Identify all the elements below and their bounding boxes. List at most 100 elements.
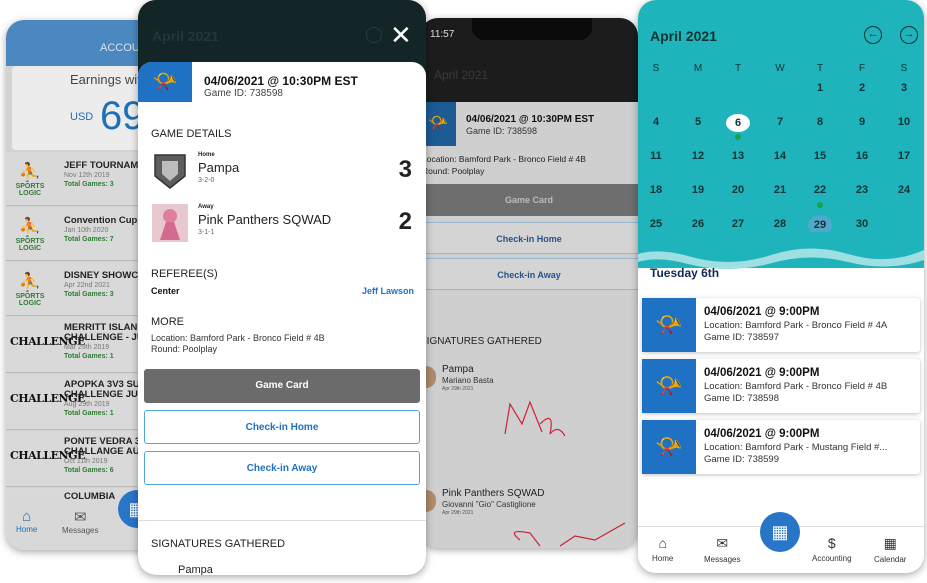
game-card-button[interactable]: Game Card (420, 184, 638, 216)
calendar-day[interactable]: 3 (892, 82, 916, 94)
signature-team: Pink Panthers SQWAD (442, 488, 545, 499)
event-title: 04/06/2021 @ 9:00PM (704, 428, 820, 440)
selected-day-title: Tuesday 6th (650, 266, 720, 280)
calendar-panel: April 2021 ← → S M T W T F S 1 2 3 4 5 6 7 8 9 10 11 12 13 1… (638, 0, 924, 268)
calendar-day[interactable]: 16 (850, 150, 874, 162)
calendar-day[interactable]: 9 (850, 116, 874, 128)
calendar-day[interactable]: 25 (644, 218, 668, 230)
clock: 11:57 (430, 29, 455, 40)
nav-accounting[interactable]: $ Accounting (812, 535, 852, 563)
calendar-day[interactable]: 6 (726, 114, 750, 132)
signatures-title: SIGNATURES GATHERED (151, 538, 286, 550)
tournament-games: Total Games: 1 (64, 410, 114, 417)
weekday-label: F (858, 63, 866, 74)
grid-icon: ▦ (771, 522, 789, 542)
next-month-button[interactable]: → (900, 26, 918, 44)
home-icon: ⌂ (658, 535, 667, 551)
signature-team: Pampa (178, 564, 213, 575)
calendar-day[interactable]: 8 (808, 116, 832, 128)
event-item[interactable]: 📯 04/06/2021 @ 9:00PM Location: Bamford … (642, 420, 920, 474)
calendar-day[interactable]: 10 (892, 116, 916, 128)
tournament-name: DISNEY SHOWCA (64, 270, 146, 281)
referee-name-link[interactable]: Jeff Lawson (362, 286, 414, 296)
calendar-day[interactable]: 21 (768, 184, 792, 196)
checkin-away-button[interactable]: Check-in Away (144, 451, 420, 485)
calendar-day[interactable]: 24 (892, 184, 916, 196)
calendar-day[interactable]: 1 (808, 82, 832, 94)
calendar-day[interactable]: 14 (768, 150, 792, 162)
shield-icon (154, 154, 186, 189)
game-round: Round: Poolplay (151, 344, 218, 354)
signature-team: Pampa (442, 364, 474, 375)
close-icon[interactable]: ✕ (390, 20, 412, 51)
sports-logic-logo: ⛹ SPORTS LOGIC (15, 272, 45, 307)
menu-fab-button[interactable]: ▦ (760, 512, 800, 552)
nav-home[interactable]: ⌂ Home (652, 535, 673, 563)
tournament-date: Mar 29th 2019 (64, 344, 110, 351)
away-team-row: Away Pink Panthers SQWAD 3-1-1 2 (150, 202, 414, 246)
tournament-date: Apr 22nd 2021 (64, 282, 110, 289)
calendar-day[interactable]: 12 (686, 150, 710, 162)
mail-icon: ✉ (73, 509, 87, 526)
divider (138, 520, 426, 521)
event-item[interactable]: 📯 04/06/2021 @ 9:00PM Location: Bamford … (642, 298, 920, 352)
month-title: April 2021 (434, 68, 489, 82)
tournament-games: Total Games: 7 (64, 236, 114, 243)
nav-messages[interactable]: ✉ Messages (704, 535, 740, 564)
calendar-day[interactable]: 4 (644, 116, 668, 128)
tournament-date: Aug 29th 2019 (64, 401, 110, 408)
calendar-day[interactable]: 19 (686, 184, 710, 196)
weekday-label: W (775, 63, 785, 74)
event-item[interactable]: 📯 04/06/2021 @ 9:00PM Location: Bamford … (642, 359, 920, 413)
arrow-left-icon: ← (867, 28, 879, 40)
nav-home[interactable]: ⌂ Home (16, 508, 37, 534)
weekday-label: M (693, 63, 703, 74)
month-title: April 2021 (650, 28, 717, 44)
whistle-icon: 📯 (642, 359, 696, 413)
nav-calendar[interactable]: ▦ Calendar (874, 535, 906, 564)
game-card-button[interactable]: Game Card (144, 369, 420, 403)
month-title: April 2021 (152, 28, 219, 44)
checkin-home-button[interactable]: Check-in Home (144, 410, 420, 444)
calendar-day[interactable]: 7 (768, 116, 792, 128)
signature-date: Apr 29th 2021 (442, 510, 474, 516)
calendar-day[interactable]: 28 (768, 218, 792, 230)
calendar-day[interactable]: 11 (644, 150, 668, 162)
calendar-day[interactable]: 17 (892, 150, 916, 162)
weekday-label: T (816, 63, 824, 74)
tournament-name-line2: CHALLENGE - JU (64, 332, 144, 343)
calendar-day[interactable]: 5 (686, 116, 710, 128)
game-details-card: 📯 04/06/2021 @ 10:30PM EST Game ID: 7385… (138, 62, 426, 575)
calendar-day[interactable]: 22 (808, 184, 832, 196)
signature-drawing (504, 400, 566, 437)
calendar-day[interactable]: 2 (850, 82, 874, 94)
earnings-label: Earnings with (70, 72, 149, 87)
game-location: Location: Bamford Park - Bronco Field # … (422, 154, 586, 164)
game-details-modal-screen: April 2021 ✕ 📯 04/06/2021 @ 10:30PM EST … (138, 0, 426, 575)
nav-messages[interactable]: ✉ Messages (62, 508, 98, 535)
home-team-record: 3-2-0 (198, 177, 215, 184)
checkin-away-button[interactable]: Check-in Away (420, 258, 638, 290)
event-title: 04/06/2021 @ 9:00PM (704, 367, 820, 379)
away-type-label: Away (198, 204, 214, 210)
weekday-label: T (734, 63, 742, 74)
prev-month-button[interactable]: ← (864, 26, 882, 44)
calendar-day[interactable]: 13 (726, 150, 750, 162)
game-details-title: GAME DETAILS (151, 128, 232, 140)
status-bar: 11:57 April 2021 (420, 18, 638, 102)
calendar-day[interactable]: 15 (808, 150, 832, 162)
calendar-day[interactable]: 23 (850, 184, 874, 196)
away-team-name: Pink Panthers SQWAD (198, 212, 332, 227)
checkin-home-button[interactable]: Check-in Home (420, 222, 638, 254)
whistle-icon: 📯 (642, 298, 696, 352)
whistle-icon: 📯 (642, 420, 696, 474)
weekday-label: S (900, 63, 908, 74)
calendar-day[interactable]: 26 (686, 218, 710, 230)
calendar-day[interactable]: 30 (850, 218, 874, 230)
home-score: 3 (398, 156, 412, 183)
calendar-day[interactable]: 27 (726, 218, 750, 230)
signatures-title: SIGNATURES GATHERED (420, 336, 542, 347)
calendar-day[interactable]: 20 (726, 184, 750, 196)
signature-name: Mariano Basta (442, 376, 494, 385)
calendar-day[interactable]: 18 (644, 184, 668, 196)
